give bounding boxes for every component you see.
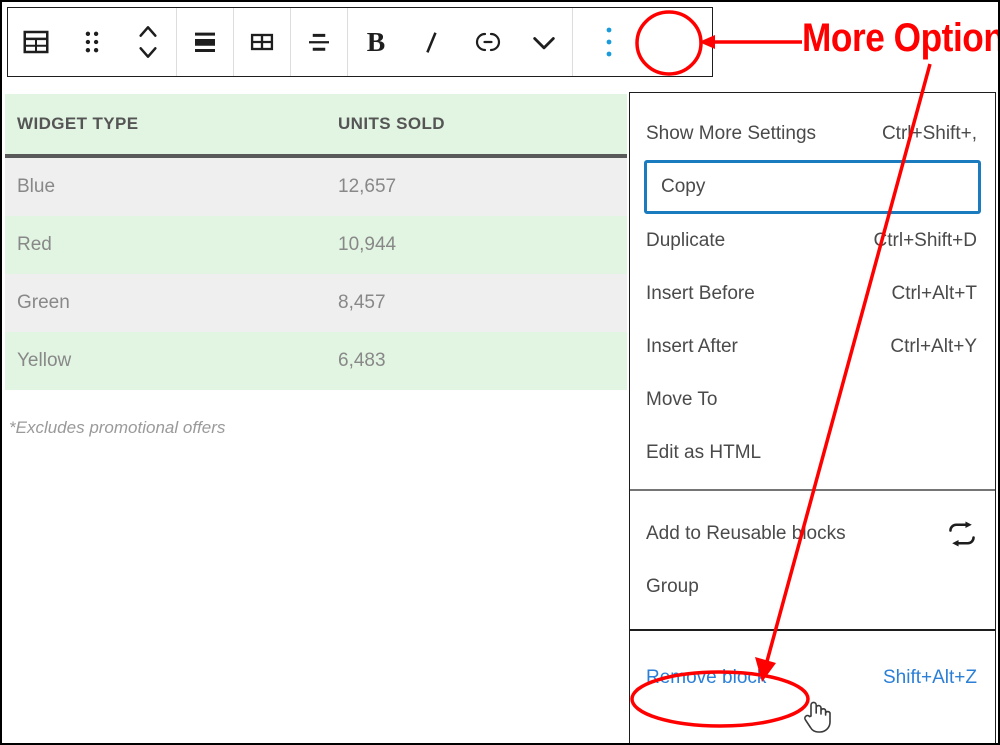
cell-units-sold[interactable]: 6,483 <box>316 332 627 390</box>
menu-item-group[interactable]: Group <box>630 560 995 613</box>
column-header-widget-type: WIDGET TYPE <box>5 94 316 158</box>
widget-table: WIDGET TYPE UNITS SOLD Blue 12,657 Red 1… <box>5 94 627 390</box>
menu-item-label: Duplicate <box>646 229 726 251</box>
annotation-label-more-options: More Options <box>802 16 998 60</box>
table-caption[interactable]: *Excludes promotional offers <box>5 390 627 438</box>
table-row[interactable]: Yellow 6,483 <box>5 332 627 390</box>
table-row[interactable]: Green 8,457 <box>5 274 627 332</box>
menu-item-label: Edit as HTML <box>646 441 762 463</box>
table-body: Blue 12,657 Red 10,944 Green 8,457 Yello… <box>5 156 627 390</box>
toolbar-group-text-format: B <box>348 8 573 76</box>
menu-item-shortcut: Ctrl+Alt+T <box>891 282 977 304</box>
menu-item-shortcut: Ctrl+Shift+, <box>881 122 977 144</box>
cell-units-sold[interactable]: 8,457 <box>316 274 627 332</box>
menu-section-destructive: Remove block Shift+Alt+Z <box>630 629 995 704</box>
toolbar-group-edit-table <box>234 8 291 76</box>
toolbar-group-block-type-and-move <box>8 8 177 76</box>
cell-units-sold[interactable]: 10,944 <box>316 216 627 274</box>
table-block-type-icon[interactable] <box>8 8 64 76</box>
menu-item-shortcut: Ctrl+Alt+Y <box>890 335 977 357</box>
menu-item-duplicate[interactable]: Duplicate Ctrl+Shift+D <box>630 214 995 267</box>
cell-widget-type[interactable]: Green <box>5 274 316 332</box>
hand-cursor-icon <box>804 701 831 733</box>
table-row[interactable]: Blue 12,657 <box>5 156 627 216</box>
cell-widget-type[interactable]: Blue <box>5 156 316 216</box>
menu-item-insert-before[interactable]: Insert Before Ctrl+Alt+T <box>630 267 995 320</box>
chevron-down-icon[interactable] <box>516 8 572 76</box>
block-toolbar: B <box>7 7 713 77</box>
menu-item-move-to[interactable]: Move To <box>630 373 995 426</box>
menu-section-grouping: Add to Reusable blocks Group <box>630 489 995 629</box>
table-block[interactable]: WIDGET TYPE UNITS SOLD Blue 12,657 Red 1… <box>5 94 627 438</box>
menu-item-insert-after[interactable]: Insert After Ctrl+Alt+Y <box>630 320 995 373</box>
menu-item-shortcut: Shift+Alt+Z <box>883 666 977 688</box>
table-row[interactable]: Red 10,944 <box>5 216 627 274</box>
menu-item-show-more-settings[interactable]: Show More Settings Ctrl+Shift+, <box>630 107 995 160</box>
italic-icon[interactable] <box>404 8 460 76</box>
table-header-row: WIDGET TYPE UNITS SOLD <box>5 94 627 158</box>
align-icon[interactable] <box>177 8 233 76</box>
toolbar-group-header-footer <box>291 8 348 76</box>
menu-item-label: Group <box>646 575 699 597</box>
reusable-blocks-icon <box>947 521 977 547</box>
header-footer-icon[interactable] <box>291 8 347 76</box>
menu-item-shortcut: Ctrl+Shift+D <box>873 229 977 251</box>
table-head: WIDGET TYPE UNITS SOLD <box>5 94 627 158</box>
menu-section-primary: Show More Settings Ctrl+Shift+, Copy Dup… <box>630 93 995 489</box>
menu-item-label: Move To <box>646 388 718 410</box>
svg-text:B: B <box>367 27 385 57</box>
menu-item-label: Remove block <box>646 666 767 688</box>
menu-item-edit-as-html[interactable]: Edit as HTML <box>630 426 995 479</box>
chevron-up-down-icon[interactable] <box>120 8 176 76</box>
menu-item-label: Insert After <box>646 335 738 357</box>
grid-icon[interactable] <box>234 8 290 76</box>
bold-icon[interactable]: B <box>348 8 404 76</box>
column-header-units-sold: UNITS SOLD <box>316 94 627 158</box>
menu-item-label: Show More Settings <box>646 122 817 144</box>
link-icon[interactable] <box>460 8 516 76</box>
drag-dots-icon[interactable] <box>64 8 120 76</box>
screenshot-root: B WIDGET TYPE UNITS SOLD Blue 12,657 Red… <box>0 0 1000 745</box>
cell-widget-type[interactable]: Yellow <box>5 332 316 390</box>
toolbar-group-align <box>177 8 234 76</box>
toolbar-group-options <box>573 8 645 76</box>
menu-item-label: Insert Before <box>646 282 755 304</box>
more-options-menu: Show More Settings Ctrl+Shift+, Copy Dup… <box>629 92 996 743</box>
cell-units-sold[interactable]: 12,657 <box>316 156 627 216</box>
menu-item-label: Copy <box>661 176 706 197</box>
cell-widget-type[interactable]: Red <box>5 216 316 274</box>
menu-item-label: Add to Reusable blocks <box>646 522 846 544</box>
more-options-button[interactable] <box>573 8 645 76</box>
menu-item-copy[interactable]: Copy <box>644 160 981 214</box>
menu-item-add-to-reusable-blocks[interactable]: Add to Reusable blocks <box>630 507 995 560</box>
